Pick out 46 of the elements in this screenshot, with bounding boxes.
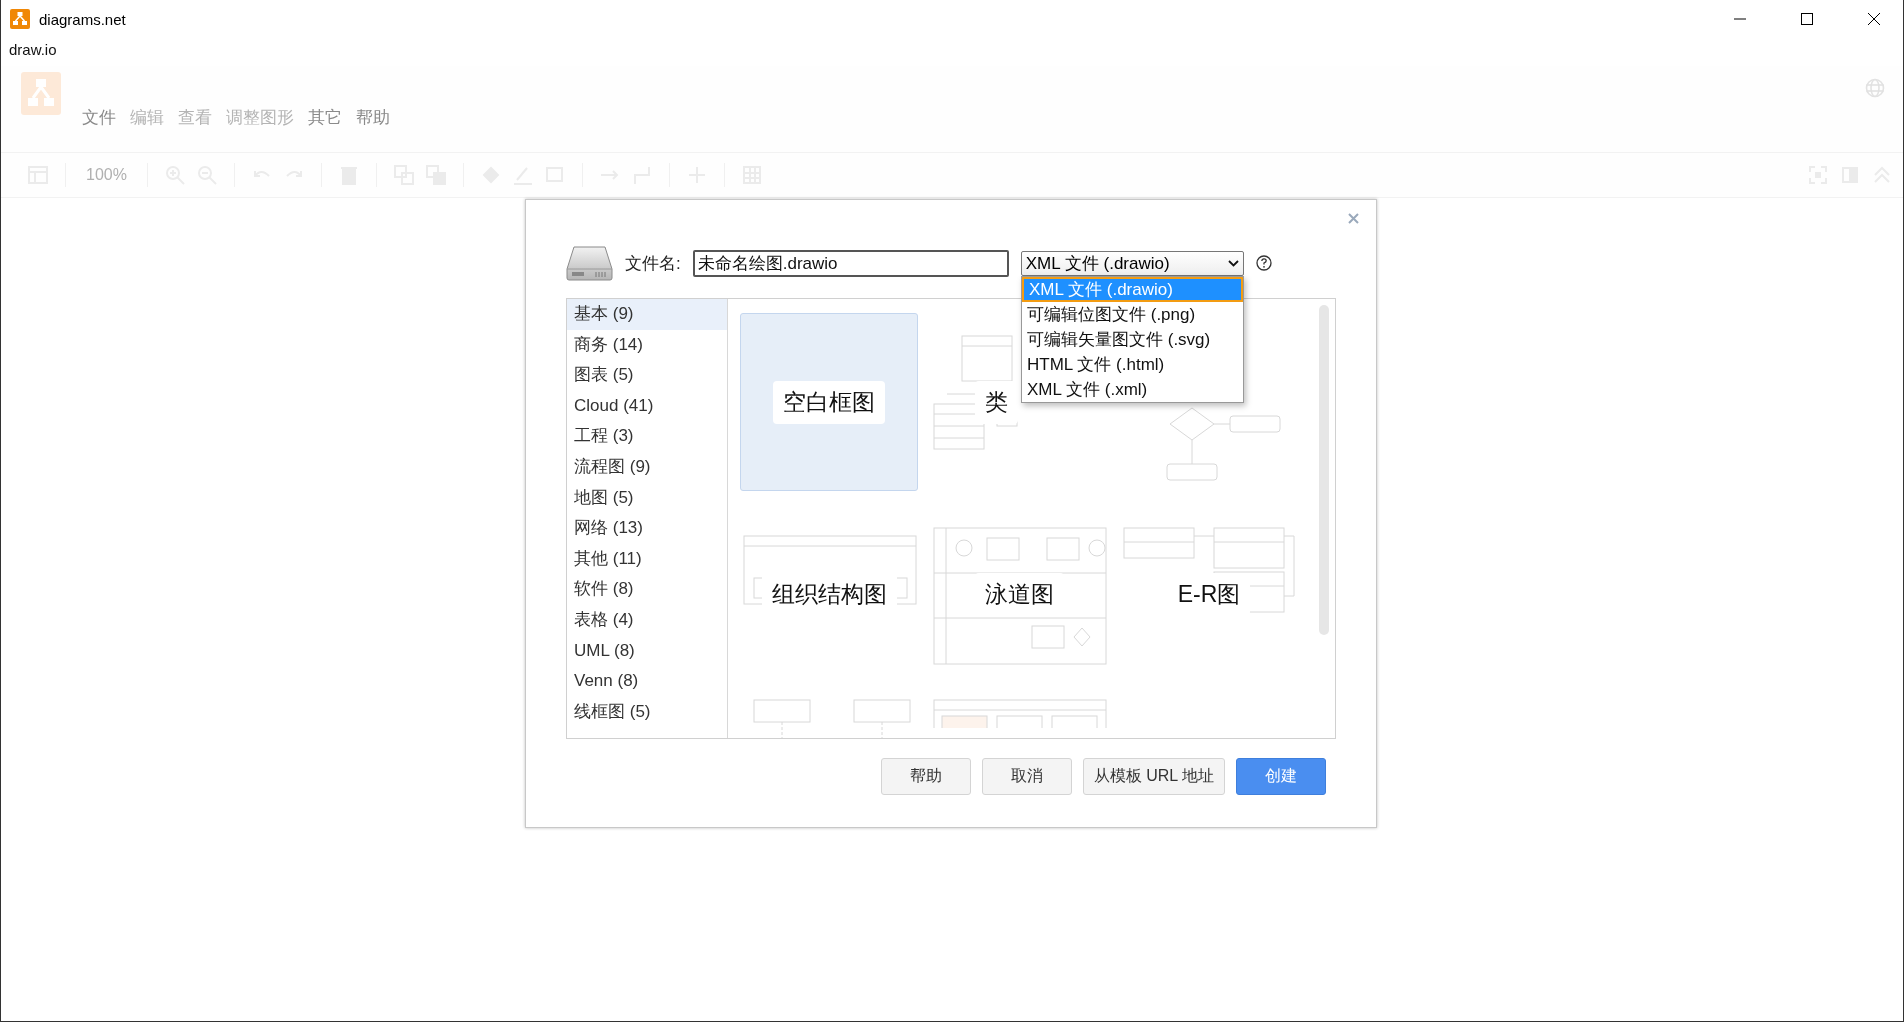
format-option[interactable]: XML 文件 (.xml) [1022, 377, 1243, 402]
format-dropdown[interactable]: XML 文件 (.drawio) [1020, 250, 1244, 276]
app-name: draw.io [8, 40, 58, 60]
globe-icon[interactable] [1865, 78, 1885, 98]
category-item[interactable]: 工程 (3) [567, 421, 727, 452]
template-tile[interactable]: 组织结构图 [740, 505, 918, 683]
format-option[interactable]: 可编辑位图文件 (.png) [1022, 302, 1243, 327]
category-item[interactable]: 图表 (5) [567, 360, 727, 391]
dialog-button[interactable]: 取消 [981, 758, 1072, 795]
template-tile[interactable]: 泳道图 [930, 505, 1108, 683]
template-label: 类 [974, 380, 1018, 424]
caret-icon [1227, 259, 1239, 267]
category-item[interactable]: 网络 (13) [567, 513, 727, 544]
close-icon [1868, 13, 1880, 25]
category-item[interactable]: UML (8) [567, 635, 727, 667]
category-item[interactable]: 其他 (11) [567, 543, 727, 575]
category-item[interactable]: 地图 (5) [567, 482, 727, 514]
window-title: diagrams.net [39, 10, 126, 28]
menu-item[interactable]: 帮助 [349, 102, 397, 133]
format-option[interactable]: HTML 文件 (.html) [1022, 352, 1243, 377]
dialog-button[interactable]: 从模板 URL 地址 [1082, 758, 1225, 795]
template-tile[interactable]: 空白框图 [740, 313, 918, 491]
format-option[interactable]: 可编辑矢量图文件 (.svg) [1022, 327, 1243, 352]
menu-item[interactable]: 其它 [301, 102, 349, 133]
category-item[interactable]: 基本 (9) [567, 299, 727, 330]
category-item[interactable]: 表格 (4) [567, 604, 727, 636]
category-item[interactable]: Cloud (41) [567, 390, 727, 422]
filename-label: 文件名: [625, 252, 681, 275]
menu-item[interactable]: 文件 [75, 102, 123, 133]
hard-drive-icon [566, 245, 613, 281]
category-item[interactable]: 线框图 (5) [567, 696, 727, 728]
template-label: 空白框图 [773, 380, 885, 424]
close-icon[interactable] [1348, 213, 1359, 224]
template-tile[interactable]: E-R图 [1120, 505, 1298, 683]
category-item[interactable]: 商务 (14) [567, 329, 727, 361]
filename-field[interactable]: 未命名绘图.drawio [692, 249, 1009, 277]
category-item[interactable]: 软件 (8) [567, 574, 727, 605]
app-logo-icon [10, 9, 30, 29]
dialog-button[interactable]: 帮助 [880, 758, 971, 795]
scrollbar[interactable] [1319, 305, 1329, 635]
drawio-logo-icon [21, 72, 61, 115]
category-item[interactable]: Venn (8) [567, 666, 727, 697]
maximize-icon [1801, 13, 1813, 25]
minimize-icon [1734, 18, 1746, 20]
help-icon[interactable] [1255, 255, 1272, 271]
category-item[interactable]: 流程图 (9) [567, 451, 727, 483]
